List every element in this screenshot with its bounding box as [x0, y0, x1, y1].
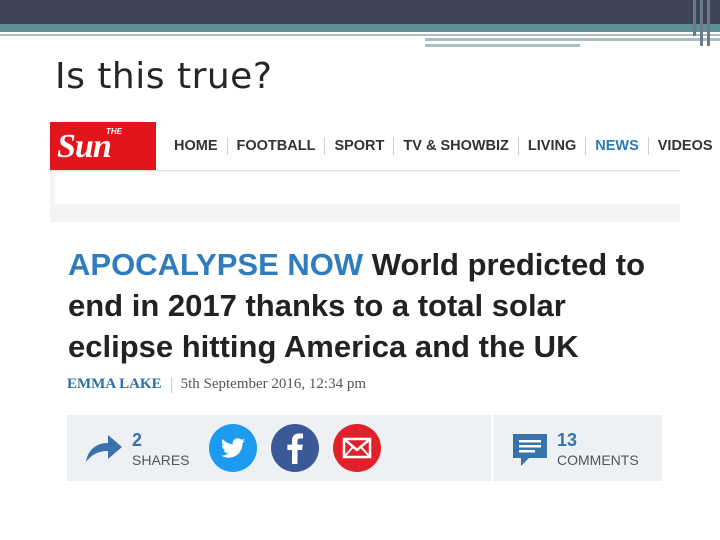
sun-website-header: THE Sun HOME FOOTBALL SPORT TV & SHOWBIZ…	[50, 122, 713, 222]
slide-accent-bar	[0, 24, 720, 32]
share-divider	[491, 415, 494, 481]
article-byline: EMMA LAKE 5th September 2016, 12:34 pm	[67, 376, 366, 393]
comment-label: COMMENTS	[557, 452, 639, 468]
logo-text: Sun	[57, 128, 112, 165]
share-label: SHARES	[132, 452, 190, 468]
slide-deco-line	[707, 0, 710, 46]
facebook-icon	[287, 433, 303, 464]
slide-deco-line	[425, 44, 580, 47]
nav-item-living[interactable]: LIVING	[519, 138, 585, 154]
sub-nav-bar	[55, 172, 680, 204]
site-nav-bar: THE Sun HOME FOOTBALL SPORT TV & SHOWBIZ…	[50, 122, 713, 171]
publish-date: 5th September 2016, 12:34 pm	[180, 376, 366, 392]
slide-deco-line	[693, 0, 696, 36]
email-icon	[342, 437, 372, 459]
nav-item-tv-showbiz[interactable]: TV & SHOWBIZ	[394, 138, 518, 154]
nav-item-home[interactable]: HOME	[166, 138, 227, 154]
slide-top-bar	[0, 0, 720, 24]
nav-item-videos[interactable]: VIDEOS	[649, 138, 720, 154]
share-arrow-icon[interactable]	[84, 432, 124, 464]
share-count: 2	[132, 430, 143, 450]
comment-icon[interactable]	[511, 432, 549, 468]
comment-count: 13	[557, 430, 578, 450]
slide-title: Is this true?	[55, 56, 273, 97]
sun-logo[interactable]: THE Sun	[50, 122, 156, 170]
slide-deco-line	[425, 38, 720, 41]
slide-deco-line	[700, 0, 703, 46]
nav-item-news[interactable]: NEWS	[586, 138, 648, 154]
byline-separator	[170, 376, 172, 393]
nav-item-football[interactable]: FOOTBALL	[228, 138, 325, 154]
twitter-icon	[221, 438, 245, 458]
article-headline: APOCALYPSE NOW World predicted to end in…	[68, 244, 678, 367]
slide-deco-line	[0, 34, 720, 36]
headline-kicker: APOCALYPSE NOW	[68, 247, 364, 282]
twitter-share-button[interactable]	[209, 424, 257, 472]
nav-item-sport[interactable]: SPORT	[325, 138, 393, 154]
nav-menu: HOME FOOTBALL SPORT TV & SHOWBIZ LIVING …	[166, 122, 720, 170]
author-link[interactable]: EMMA LAKE	[67, 376, 162, 393]
email-share-button[interactable]	[333, 424, 381, 472]
share-bar: 2 SHARES 13 COMMENTS	[67, 415, 662, 481]
facebook-share-button[interactable]	[271, 424, 319, 472]
